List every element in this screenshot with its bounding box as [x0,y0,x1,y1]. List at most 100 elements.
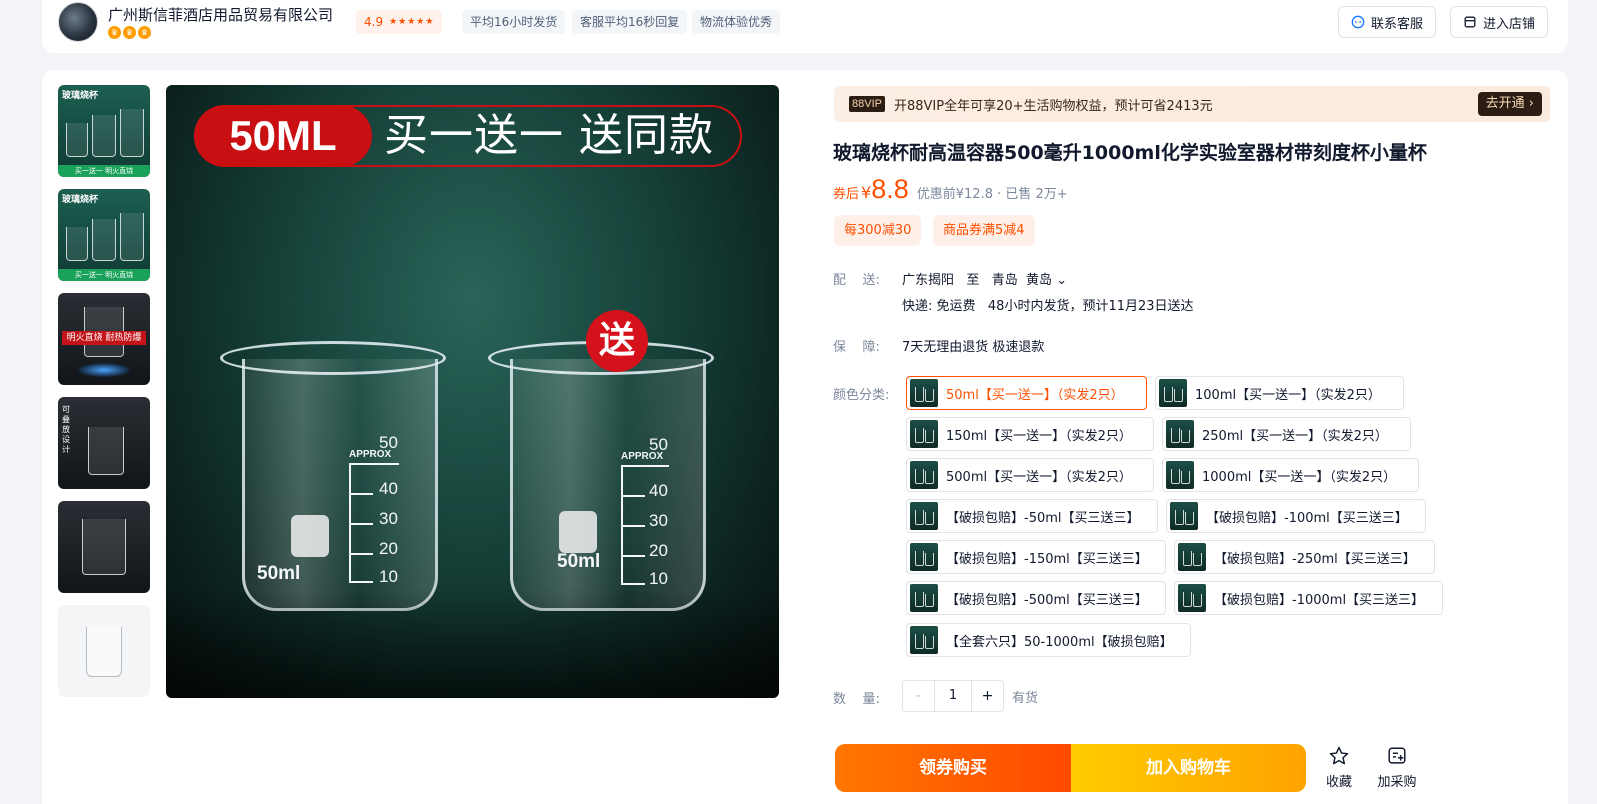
scale-label: 30 [649,511,668,530]
scale-label: 10 [379,567,398,586]
graduation-line [349,463,399,465]
quantity-plus-button[interactable]: + [972,681,1003,711]
scale-label: 20 [379,539,398,558]
scale-label: 10 [649,569,668,588]
product-hero-image[interactable]: 50ML 买一送一 送同款 50ml APPROX 50 40 30 20 10… [166,85,779,698]
sku-option[interactable]: 500ml【买一送一】（实发2只） [906,458,1154,492]
sku-thumb [1170,502,1198,530]
enter-shop-button[interactable]: 进入店铺 [1450,6,1549,38]
vip-badge: 88VIP [849,96,885,112]
sku-option-label: 1000ml【买一送一】（实发2只） [1202,469,1397,485]
sku-option[interactable]: 1000ml【买一送一】（实发2只） [1162,458,1419,492]
sku-option[interactable]: 【破损包赔】-1000ml【买三送三】 [1174,581,1443,615]
beaker-icon [92,115,116,157]
sku-thumb [910,543,938,571]
graduation-line [621,465,669,467]
add-to-cart-button[interactable]: 加入购物车 [1071,744,1306,792]
sku-thumb [910,379,938,407]
sku-thumb [1166,420,1194,448]
promo-text: 买一送一 送同款 [384,110,714,161]
beaker-icon [120,109,144,157]
gallery-thumb-4[interactable]: 可叠放设计 [58,397,150,489]
sku-thumb [910,420,938,448]
promo-banner: 50ML 买一送一 送同款 [194,105,742,167]
thumb-strip: 买一送一 明火直烧 [58,165,150,177]
quantity-minus-button[interactable]: - [903,681,934,711]
sku-option[interactable]: 【破损包赔】-100ml【买三送三】 [1166,499,1426,533]
vip-open-button[interactable]: 去开通 › [1477,92,1542,116]
sku-thumb [1178,584,1206,612]
sku-option[interactable]: 【破损包赔】-250ml【买三送三】 [1174,540,1435,574]
beaker-icon [92,219,116,261]
beaker-icon [86,627,122,677]
graduation-line [349,553,373,555]
gallery-thumb-2[interactable]: 玻璃烧杯 买一送一 明火直烧 [58,189,150,281]
quantity-input[interactable]: 1 [934,681,972,711]
product-title: 玻璃烧杯耐高温容器500毫升1000ml化学实验室器材带刻度杯小量杯 [833,142,1427,164]
gallery-thumb-6[interactable] [58,605,150,697]
flame-icon [78,363,130,377]
sku-option-label: 【破损包赔】-500ml【买三送三】 [946,592,1148,608]
sku-option[interactable]: 100ml【买一送一】（实发2只） [1155,376,1404,410]
shop-name[interactable]: 广州斯信菲酒店用品贸易有限公司 [108,4,333,25]
contact-service-button[interactable]: 联系客服 [1338,6,1437,38]
coupon-tag[interactable]: 每300减30 [834,215,922,246]
guarantee-text: 7天无理由退货 极速退款 [902,340,1045,355]
scale-label: 40 [379,479,398,498]
price-value: 8.8 [871,174,909,204]
thumb-caption: 可叠放设计 [62,405,70,454]
quantity-stepper: - 1 + [902,680,1004,712]
delivery-detail: 快递: 免运费 48小时内发货，预计11月23日送达 [902,299,1194,314]
favorite-button[interactable]: 收藏 [1317,745,1361,790]
sku-option[interactable]: 【破损包赔】-50ml【买三送三】 [906,499,1158,533]
rating-stars-icon: ★★★★★ [389,17,435,27]
sku-option-label: 【破损包赔】-150ml【买三送三】 [946,551,1148,567]
list-add-icon [1388,747,1406,764]
gallery-thumbnails: 玻璃烧杯 买一送一 明火直烧 玻璃烧杯 买一送一 明火直烧 明火直烧 耐热防爆 … [58,85,150,709]
shop-header: 广州斯信菲酒店用品贸易有限公司 ♛ ♛ ♛ 4.9 ★★★★★ 平均16小时发货… [42,0,1568,53]
sku-option[interactable]: 150ml【买一送一】（实发2只） [906,417,1154,451]
sku-option[interactable]: 【全套六只】50-1000ml【破损包赔】 [906,623,1191,657]
graduation-line [349,523,373,525]
delivery-label: 配 送: [833,273,880,288]
gallery-thumb-3[interactable]: 明火直烧 耐热防爆 [58,293,150,385]
guarantee-label: 保 障: [833,340,880,355]
coupon-tag[interactable]: 商品券满5减4 [933,215,1035,246]
graduation-line [621,555,645,557]
frost-label [291,515,329,557]
beaker-icon [82,519,126,575]
sku-option-label: 【破损包赔】-250ml【买三送三】 [1214,551,1416,567]
beaker-volume-label: 50ml [557,551,601,572]
gallery-thumb-5[interactable] [58,501,150,593]
sku-thumb [910,626,938,654]
sku-option[interactable]: 250ml【买一送一】（实发2只） [1162,417,1411,451]
sku-option-label: 100ml【买一送一】（实发2只） [1195,387,1381,403]
sku-option-label: 【全套六只】50-1000ml【破损包赔】 [946,634,1173,650]
sku-thumb [1166,461,1194,489]
shop-avatar[interactable] [58,2,98,42]
sku-thumb [910,584,938,612]
favorite-label: 收藏 [1325,775,1352,790]
gallery-thumb-1[interactable]: 玻璃烧杯 买一送一 明火直烧 [58,85,150,177]
vip-banner[interactable]: 88VIP 开88VIP全年可享20+生活购物权益，预计可省2413元 去开通 … [834,86,1550,122]
sku-option[interactable]: 50ml【买一送一】（实发2只） [906,376,1147,410]
graduation-line [621,583,645,585]
scale-label: 50 [379,433,398,452]
service-tag-logistics: 物流体验优秀 [692,10,781,34]
frost-label [559,511,597,553]
beaker-icon [88,427,124,475]
beaker-icon [66,123,88,157]
floor-reflection [166,588,779,698]
beaker-right: 50ml APPROX 50 40 30 20 10 [510,359,706,611]
buy-with-coupon-button[interactable]: 领券购买 [835,744,1071,792]
service-tag-shipping: 平均16小时发货 [462,10,566,34]
delivery-route[interactable]: 广东揭阳 至 青岛 黄岛 ⌄ [902,269,1067,288]
thumb-caption: 玻璃烧杯 [62,91,99,101]
sku-option[interactable]: 【破损包赔】-150ml【买三送三】 [906,540,1166,574]
crown-icon: ♛ [108,26,121,39]
sku-option-label: 250ml【买一送一】（实发2只） [1202,428,1388,444]
beaker-icon [66,227,88,261]
sku-option[interactable]: 【破损包赔】-500ml【买三送三】 [906,581,1166,615]
add-purchase-list-button[interactable]: 加采购 [1375,745,1419,790]
contact-service-label: 联系客服 [1371,16,1424,32]
